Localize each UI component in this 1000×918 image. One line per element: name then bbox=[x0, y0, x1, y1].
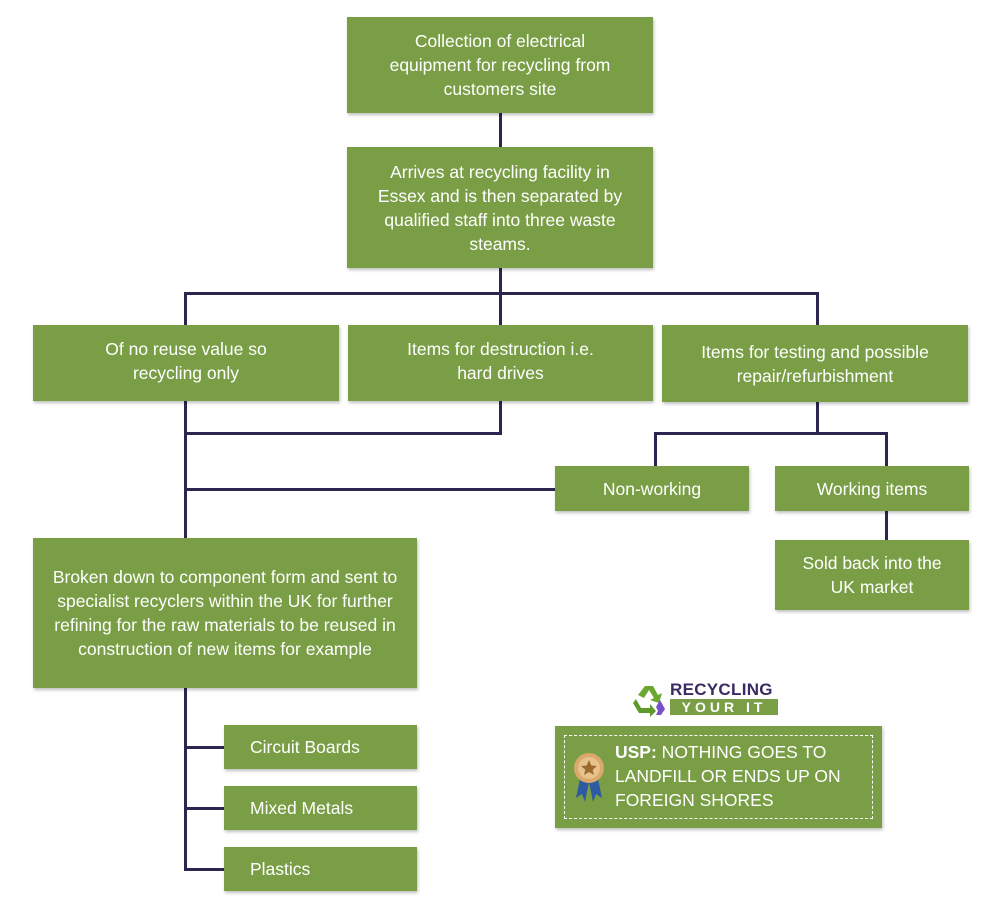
connector bbox=[499, 401, 502, 435]
connector bbox=[184, 401, 187, 538]
logo: RECYCLING YOUR IT bbox=[632, 680, 782, 718]
step-destruction: Items for destruction i.e. hard drives bbox=[348, 325, 653, 401]
material-plastics: Plastics bbox=[224, 847, 417, 891]
connector bbox=[184, 432, 502, 435]
step-collection: Collection of electrical equipment for r… bbox=[347, 17, 653, 113]
connector bbox=[816, 402, 819, 435]
recycling-process-diagram: Collection of electrical equipment for r… bbox=[0, 0, 1000, 918]
step-non-working: Non-working bbox=[555, 466, 749, 511]
connector bbox=[184, 807, 224, 810]
usp-box: USP: NOTHING GOES TO LANDFILL OR ENDS UP… bbox=[555, 726, 882, 828]
material-mixed-metals: Mixed Metals bbox=[224, 786, 417, 830]
connector bbox=[184, 688, 187, 871]
step-working: Working items bbox=[775, 466, 969, 511]
connector bbox=[885, 511, 888, 540]
connector bbox=[184, 746, 224, 749]
usp-label: USP: bbox=[615, 742, 657, 762]
step-arrives: Arrives at recycling facility in Essex a… bbox=[347, 147, 653, 268]
connector bbox=[499, 113, 502, 147]
step-testing: Items for testing and possible repair/re… bbox=[662, 325, 968, 402]
connector bbox=[654, 432, 888, 435]
award-ribbon-icon bbox=[574, 753, 604, 802]
logo-line2: YOUR IT bbox=[670, 699, 778, 715]
step-broken-down: Broken down to component form and sent t… bbox=[33, 538, 417, 688]
connector bbox=[499, 292, 502, 325]
step-no-reuse: Of no reuse value so recycling only bbox=[33, 325, 339, 401]
logo-line1: RECYCLING bbox=[670, 680, 773, 699]
connector bbox=[184, 292, 187, 325]
step-sold: Sold back into the UK market bbox=[775, 540, 969, 610]
usp-text: USP: NOTHING GOES TO LANDFILL OR ENDS UP… bbox=[615, 740, 882, 812]
connector bbox=[654, 432, 657, 466]
recycle-icon bbox=[633, 686, 665, 717]
connector bbox=[816, 292, 819, 325]
material-circuit-boards: Circuit Boards bbox=[224, 725, 417, 769]
connector bbox=[499, 268, 502, 295]
connector bbox=[885, 432, 888, 466]
connector bbox=[184, 488, 555, 491]
connector bbox=[184, 868, 224, 871]
